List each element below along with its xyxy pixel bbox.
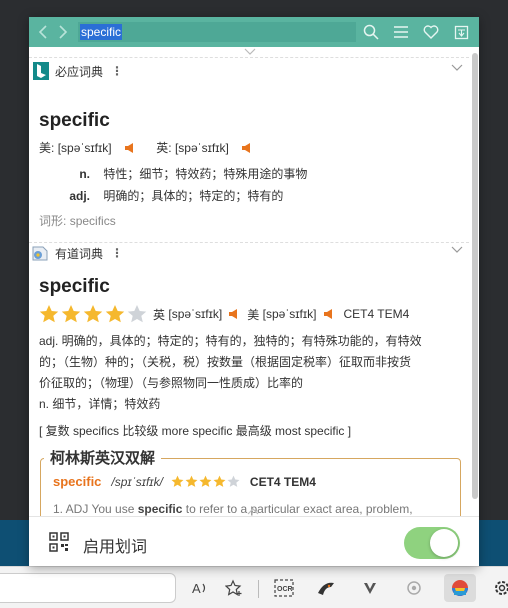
youdao-star-rating (39, 304, 147, 324)
collapse-chevron-icon[interactable] (244, 48, 256, 56)
browser-toolbar: A OCR (0, 566, 508, 608)
youdao-rating-row: 英 [spəˈsɪfɪk] 美 [spəˈsɪfɪk] CET4 TEM4 (39, 304, 409, 324)
youdao-extension-icon[interactable] (444, 574, 476, 602)
star-icon (105, 305, 125, 323)
bing-logo-icon (33, 62, 49, 80)
bing-def-row: n. 特性；细节；特效药；特殊用途的事物 (79, 167, 308, 181)
collins-star-rating (171, 475, 240, 488)
extension-cat-icon[interactable] (312, 574, 340, 602)
youdao-collapse-chevron-icon[interactable] (451, 246, 463, 254)
youdao-def-line: n. 细节，详情；特效药 (39, 397, 161, 411)
star-icon (227, 475, 240, 487)
toggle-knob (430, 529, 458, 557)
youdao-exam-tags: CET4 TEM4 (343, 307, 410, 321)
youdao-inflections: [ 复数 specifics 比较级 more specific 最高级 mos… (39, 424, 352, 438)
bing-uk-pron: [spəˈsɪfɪk] (174, 141, 229, 155)
search-input[interactable]: specific (78, 22, 356, 42)
bing-collapse-chevron-icon[interactable] (451, 64, 463, 72)
youdao-def-line: 价征取的；（物理）（与参照物同一性质成）比率的 (39, 376, 304, 390)
star-icon (61, 305, 81, 323)
extension-v-icon[interactable] (356, 574, 384, 602)
search-icon[interactable] (356, 17, 386, 47)
dictionary-book-icon[interactable] (446, 17, 476, 47)
qr-code-icon[interactable] (49, 532, 69, 552)
youdao-logo-icon (32, 246, 48, 261)
star-icon (185, 475, 198, 487)
back-arrow-icon[interactable] (33, 17, 53, 47)
star-icon (127, 305, 147, 323)
forward-arrow-icon[interactable] (53, 17, 73, 47)
popup-footer: 启用划词 (29, 516, 479, 566)
bing-headword: specific (39, 110, 110, 131)
enable-selection-label: 启用划词 (83, 539, 148, 556)
bing-section-header: 必应词典 ⋮ (29, 60, 469, 82)
youdao-us-speaker-icon[interactable] (322, 308, 334, 320)
popup-topbar: specific (29, 17, 479, 47)
youdao-uk-speaker-icon[interactable] (227, 308, 239, 320)
svg-text:A: A (192, 581, 201, 596)
svg-text:OCR: OCR (277, 586, 293, 593)
collins-example: 1. ADJ You use specific to refer to a pa… (53, 502, 413, 516)
address-bar[interactable] (0, 573, 176, 603)
read-aloud-icon[interactable]: A (186, 574, 214, 602)
youdao-def-line: 的；（生物）种的；（关税，税）按数量（根据固定税率）征取而非按货 (39, 355, 412, 369)
expand-chevron-icon[interactable] (247, 507, 259, 515)
bing-uk-speaker-icon[interactable] (240, 142, 252, 154)
collins-header-row: specific /spɪˈsɪfɪk/ CET4 TEM4 (53, 474, 316, 489)
enable-selection-toggle[interactable] (404, 527, 460, 559)
extension-gear-icon[interactable] (400, 574, 428, 602)
popup-content: 必应词典 ⋮ specific 美: [spəˈsɪfɪk] 英: [spəˈs… (29, 47, 479, 516)
bing-word-forms: 词形: specifics (39, 214, 116, 228)
settings-gear-icon[interactable] (488, 574, 508, 602)
bing-us-speaker-icon[interactable] (123, 142, 135, 154)
youdao-more-icon[interactable]: ⋮ (111, 246, 123, 260)
youdao-headword: specific (39, 276, 110, 297)
collins-title: 柯林斯英汉双解 (44, 447, 162, 468)
collins-pron: /spɪˈsɪfɪk/ (111, 474, 163, 489)
bing-pronunciations: 美: [spəˈsɪfɪk] 英: [spəˈsɪfɪk] (39, 139, 252, 156)
youdao-def-line: adj. 明确的，具体的；特定的；特有的，独特的；有特殊功能的，有特效 (39, 334, 422, 348)
star-icon (83, 305, 103, 323)
youdao-us-pron: [spəˈsɪfɪk] (262, 307, 317, 321)
star-icon (39, 305, 59, 323)
scroll-thumb[interactable] (472, 53, 478, 499)
star-icon (199, 475, 212, 487)
heart-icon[interactable] (416, 17, 446, 47)
bing-def-row: adj. 明确的；具体的；特定的；特有的 (69, 189, 284, 203)
bing-more-icon[interactable]: ⋮ (111, 64, 123, 78)
dictionary-popup: specific 必应词典 ⋮ specific 美: [spəˈsɪfɪk] (29, 17, 479, 566)
star-icon (213, 475, 226, 487)
ocr-icon[interactable]: OCR (270, 574, 298, 602)
youdao-source-name: 有道词典 (55, 246, 104, 261)
youdao-section-header: 有道词典 ⋮ (29, 242, 469, 264)
collins-word: specific (53, 474, 102, 489)
bing-source-name: 必应词典 (55, 64, 104, 79)
menu-icon[interactable] (386, 17, 416, 47)
favorite-add-icon[interactable] (220, 574, 248, 602)
collins-exam-tags: CET4 TEM4 (249, 474, 316, 489)
star-icon (171, 475, 184, 487)
youdao-uk-pron: [spəˈsɪfɪk] (168, 307, 223, 321)
content-scrollbar[interactable] (471, 47, 479, 516)
search-value: specific (80, 24, 123, 40)
bing-us-pron: [spəˈsɪfɪk] (57, 141, 112, 155)
